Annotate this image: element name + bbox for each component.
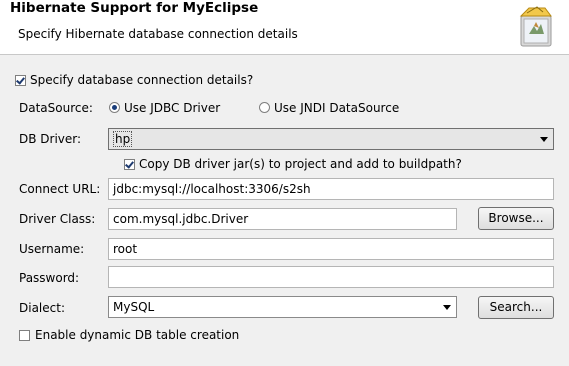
wizard-subtitle: Specify Hibernate database connection de…: [18, 27, 298, 41]
driver-class-label: Driver Class:: [19, 212, 96, 226]
password-label: Password:: [19, 271, 80, 285]
dialect-value: MySQL: [113, 300, 155, 314]
dialect-label: Dialect:: [19, 301, 65, 315]
username-field[interactable]: root: [108, 238, 554, 260]
use-jndi-datasource-radio[interactable]: [259, 102, 270, 113]
wizard-title: Hibernate Support for MyEclipse: [10, 0, 259, 16]
browse-button[interactable]: Browse...: [478, 207, 554, 230]
hibernate-wizard-icon: [519, 6, 552, 47]
dynamic-table-label: Enable dynamic DB table creation: [35, 328, 240, 342]
copy-jar-label: Copy DB driver jar(s) to project and add…: [139, 157, 462, 171]
use-jndi-datasource-label: Use JNDI DataSource: [274, 101, 400, 115]
connect-url-field[interactable]: jdbc:mysql://localhost:3306/s2sh: [108, 178, 554, 200]
username-label: Username:: [19, 242, 85, 256]
driver-class-field[interactable]: com.mysql.jdbc.Driver: [108, 208, 457, 230]
wizard-header: Hibernate Support for MyEclipse Specify …: [0, 0, 569, 55]
use-jdbc-driver-label: Use JDBC Driver: [124, 101, 221, 115]
password-field[interactable]: [108, 266, 554, 288]
chevron-down-icon: [540, 137, 548, 142]
search-button[interactable]: Search...: [478, 296, 554, 319]
datasource-label: DataSource:: [19, 101, 93, 115]
dynamic-table-checkbox[interactable]: [19, 330, 30, 341]
specify-details-checkbox[interactable]: [15, 75, 26, 86]
copy-jar-checkbox[interactable]: [124, 159, 135, 170]
dialect-select[interactable]: MySQL: [108, 296, 457, 318]
db-driver-label: DB Driver:: [19, 132, 82, 146]
db-driver-select[interactable]: hp: [108, 128, 554, 150]
connect-url-label: Connect URL:: [19, 182, 101, 196]
chevron-down-icon: [443, 305, 451, 310]
use-jdbc-driver-radio[interactable]: [109, 102, 120, 113]
db-driver-value: hp: [113, 131, 133, 147]
specify-details-label: Specify database connection details?: [30, 73, 254, 87]
